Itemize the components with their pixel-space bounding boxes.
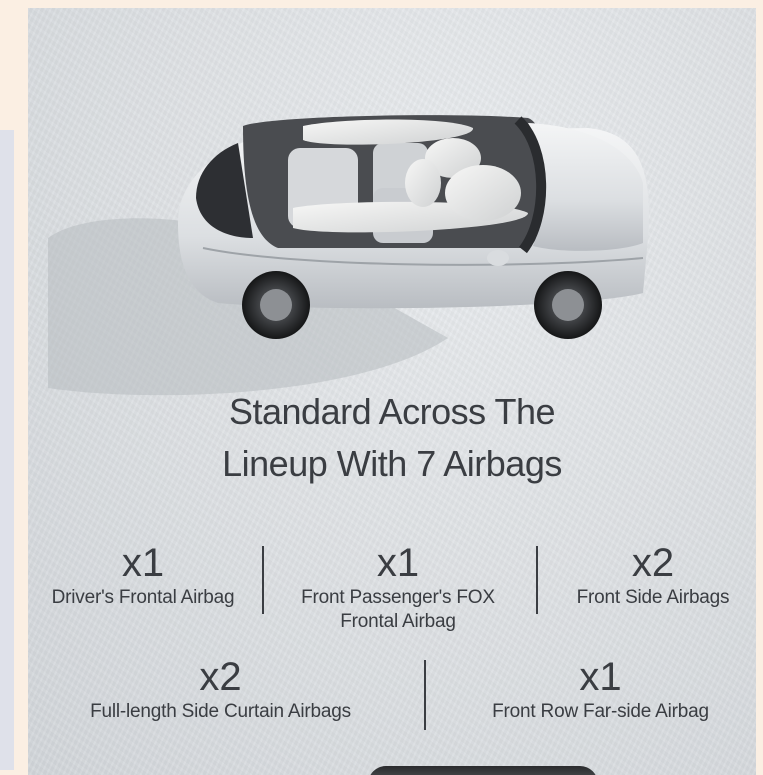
next-car-image [368, 766, 598, 775]
stat-driver-frontal-airbag: x1 Driver's Frontal Airbag [28, 540, 258, 610]
divider [424, 660, 426, 730]
stat-count: x1 [579, 655, 622, 699]
stat-far-side-airbag: x1 Front Row Far-side Airbag [458, 654, 743, 724]
page-title: Standard Across The Lineup With 7 Airbag… [28, 386, 756, 490]
stat-label: Front Passenger's FOX [301, 587, 495, 608]
car-airbags-image [48, 115, 649, 396]
stat-count: x1 [376, 541, 420, 585]
stat-side-curtain-airbags: x2 Full-length Side Curtain Airbags [48, 654, 393, 724]
side-panel [0, 130, 14, 770]
stat-label: Front Row Far-side Airbag [492, 701, 709, 722]
headline-line-1: Standard Across The [228, 391, 556, 432]
stat-count: x2 [199, 655, 242, 699]
stat-count: x1 [121, 541, 165, 585]
stat-label: Driver's Frontal Airbag [51, 587, 235, 608]
stat-count: x2 [631, 541, 675, 585]
stat-label: Front Side Airbags [576, 587, 730, 608]
airbag-feature-card: Standard Across The Lineup With 7 Airbag… [28, 8, 756, 775]
headline-line-2: Lineup With 7 Airbags [222, 443, 562, 484]
divider [262, 546, 264, 614]
divider [536, 546, 538, 614]
stat-label-line-2: Frontal Airbag [340, 611, 456, 632]
stat-front-passenger-airbag: x1 Front Passenger's FOX Frontal Airbag [273, 540, 523, 634]
stat-front-side-airbags: x2 Front Side Airbags [553, 540, 753, 610]
stat-label: Full-length Side Curtain Airbags [90, 701, 351, 722]
